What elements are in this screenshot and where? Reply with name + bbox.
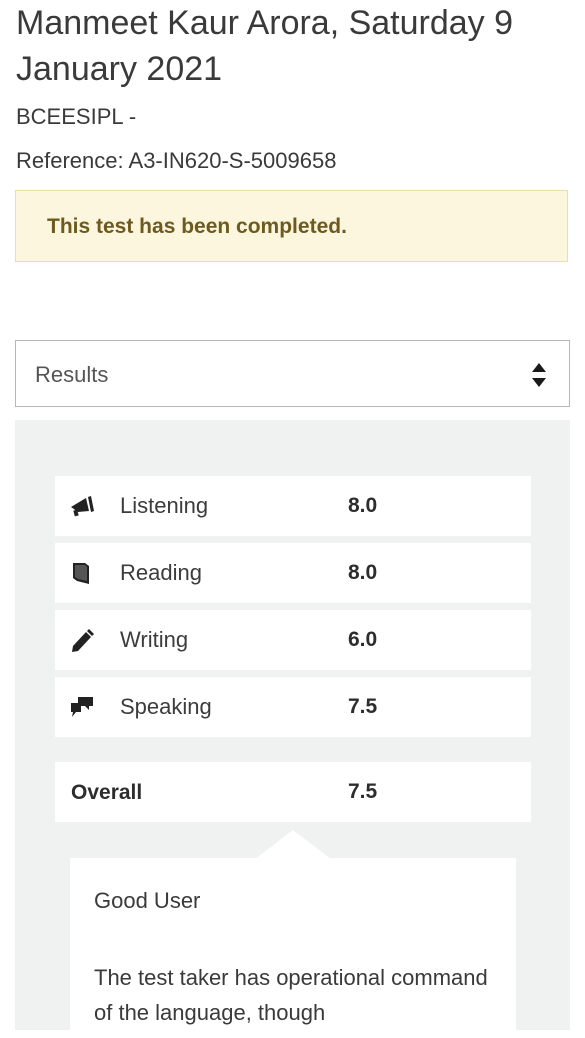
result-row-writing: Writing 6.0 xyxy=(55,610,531,670)
band-name: Good User xyxy=(94,888,201,913)
skill-score: 6.0 xyxy=(348,628,378,651)
completion-alert: This test has been completed. xyxy=(15,190,568,262)
section-select-value: Results xyxy=(35,362,109,387)
overall-row: Overall 7.5 xyxy=(55,762,531,822)
megaphone-icon xyxy=(71,496,94,517)
result-row-speaking: Speaking 7.5 xyxy=(55,677,531,737)
book-icon xyxy=(73,563,89,584)
card-pointer xyxy=(255,830,331,859)
results-panel: Listening 8.0 Reading 8.0 Writing 6.0 Sp… xyxy=(15,420,570,1038)
speech-bubbles-icon xyxy=(71,697,93,717)
skill-score: 8.0 xyxy=(348,561,378,584)
pencil-icon xyxy=(72,629,94,652)
band-description-card: Good User The test taker has operational… xyxy=(70,830,516,1038)
alert-message: This test has been completed. xyxy=(47,215,347,238)
skill-label: Reading xyxy=(120,560,202,585)
overall-label: Overall xyxy=(71,781,143,804)
result-row-listening: Listening 8.0 xyxy=(55,476,531,536)
organisation-text: BCEESIPL - xyxy=(16,104,137,129)
section-select[interactable]: Results xyxy=(15,340,570,407)
skill-label: Listening xyxy=(120,493,209,518)
skill-score: 7.5 xyxy=(348,695,378,718)
skill-score: 8.0 xyxy=(348,494,378,517)
sort-arrows-icon xyxy=(532,363,546,387)
reference-text: Reference: A3-IN620-S-5009658 xyxy=(16,148,337,173)
overall-score: 7.5 xyxy=(348,780,378,803)
result-row-reading: Reading 8.0 xyxy=(55,543,531,603)
skill-label: Speaking xyxy=(120,694,212,719)
band-description-text: The test taker has operational command o… xyxy=(94,965,488,1025)
page-title: Manmeet Kaur Arora, Saturday 9 January 2… xyxy=(16,4,514,88)
skill-label: Writing xyxy=(120,627,189,652)
